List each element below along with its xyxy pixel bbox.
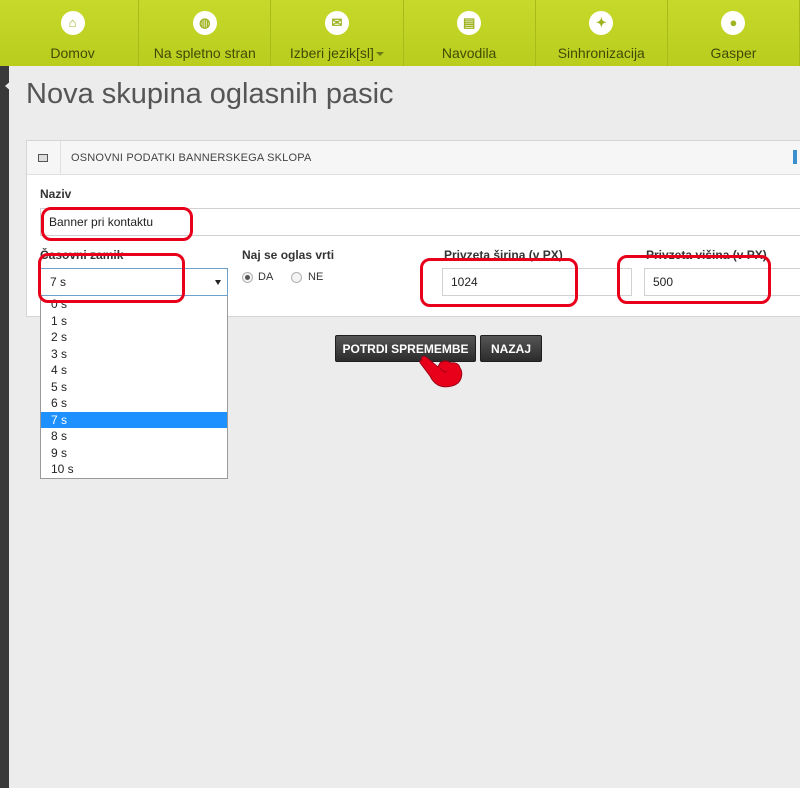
page-title: Nova skupina oglasnih pasic — [26, 78, 394, 110]
dropdown-option[interactable]: 9 s — [41, 445, 227, 462]
nav-item-website[interactable]: ◍ Na spletno stran — [139, 0, 272, 66]
name-label: Naziv — [40, 187, 72, 201]
user-icon: ● — [721, 11, 746, 35]
rotate-label: Naj se oglas vrti — [242, 248, 335, 262]
delay-dropdown-list: 0 s 1 s 2 s 3 s 4 s 5 s 6 s 7 s 8 s 9 s … — [40, 296, 228, 479]
book-icon: ▤ — [457, 11, 482, 35]
nav-item-label: Sinhronizacija — [557, 45, 645, 61]
nav-item-label: Izberi jezik[sl] — [289, 45, 374, 61]
nav-item-label: Navodila — [441, 45, 497, 61]
dropdown-option[interactable]: 5 s — [41, 379, 227, 396]
rotate-yes-radio[interactable] — [242, 272, 253, 283]
divider — [60, 141, 61, 174]
pointer-hand-icon — [419, 355, 463, 388]
dropdown-option[interactable]: 8 s — [41, 428, 227, 445]
home-icon: ⌂ — [60, 11, 85, 35]
dropdown-option[interactable]: 6 s — [41, 395, 227, 412]
back-button[interactable]: NAZAJ — [480, 335, 542, 362]
highlight-width-field — [420, 258, 578, 307]
nav-item-language[interactable]: ✉ Izberi jezik[sl] — [271, 0, 404, 66]
nav-item-label-wrap: Izberi jezik[sl] — [271, 45, 402, 61]
nav-item-help[interactable]: ▤ Navodila — [404, 0, 536, 66]
globe-icon: ◍ — [192, 11, 217, 35]
side-panel-strip — [0, 66, 12, 788]
dropdown-option[interactable]: 4 s — [41, 362, 227, 379]
rotate-no-radio[interactable] — [291, 272, 302, 283]
nav-item-label: Domov — [50, 45, 95, 61]
nav-item-label: Gasper — [710, 45, 757, 61]
nav-item-user[interactable]: ● Gasper — [668, 0, 800, 66]
sidebar-toggle-notch[interactable] — [5, 80, 12, 92]
top-navigation: ⌂ Domov ◍ Na spletno stran ✉ Izberi jezi… — [0, 0, 800, 66]
nav-item-home[interactable]: ⌂ Domov — [7, 0, 140, 66]
nav-item-label: Na spletno stran — [153, 45, 256, 61]
image-icon — [38, 154, 48, 162]
panel-header: OSNOVNI PODATKI BANNERSKEGA SKLOPA — [27, 141, 800, 175]
rotate-no-label: NE — [308, 271, 324, 283]
dropdown-option-selected[interactable]: 7 s — [41, 411, 227, 428]
chevron-down-icon — [375, 52, 384, 57]
highlight-delay-select — [38, 253, 185, 303]
panel-title: OSNOVNI PODATKI BANNERSKEGA SKLOPA — [71, 152, 312, 164]
dropdown-option[interactable]: 1 s — [41, 313, 227, 330]
panel-action-edge[interactable] — [793, 150, 797, 164]
highlight-name-field — [41, 207, 193, 241]
chevron-down-icon — [215, 280, 221, 285]
magic-wand-icon: ✦ — [589, 11, 614, 35]
highlight-height-field — [617, 255, 771, 304]
dropdown-option[interactable]: 3 s — [41, 346, 227, 363]
language-icon: ✉ — [324, 11, 349, 35]
dropdown-option[interactable]: 10 s — [41, 461, 227, 478]
nav-item-sync[interactable]: ✦ Sinhronizacija — [536, 0, 668, 66]
rotate-yes-label: DA — [258, 271, 274, 283]
dropdown-option[interactable]: 2 s — [41, 329, 227, 346]
